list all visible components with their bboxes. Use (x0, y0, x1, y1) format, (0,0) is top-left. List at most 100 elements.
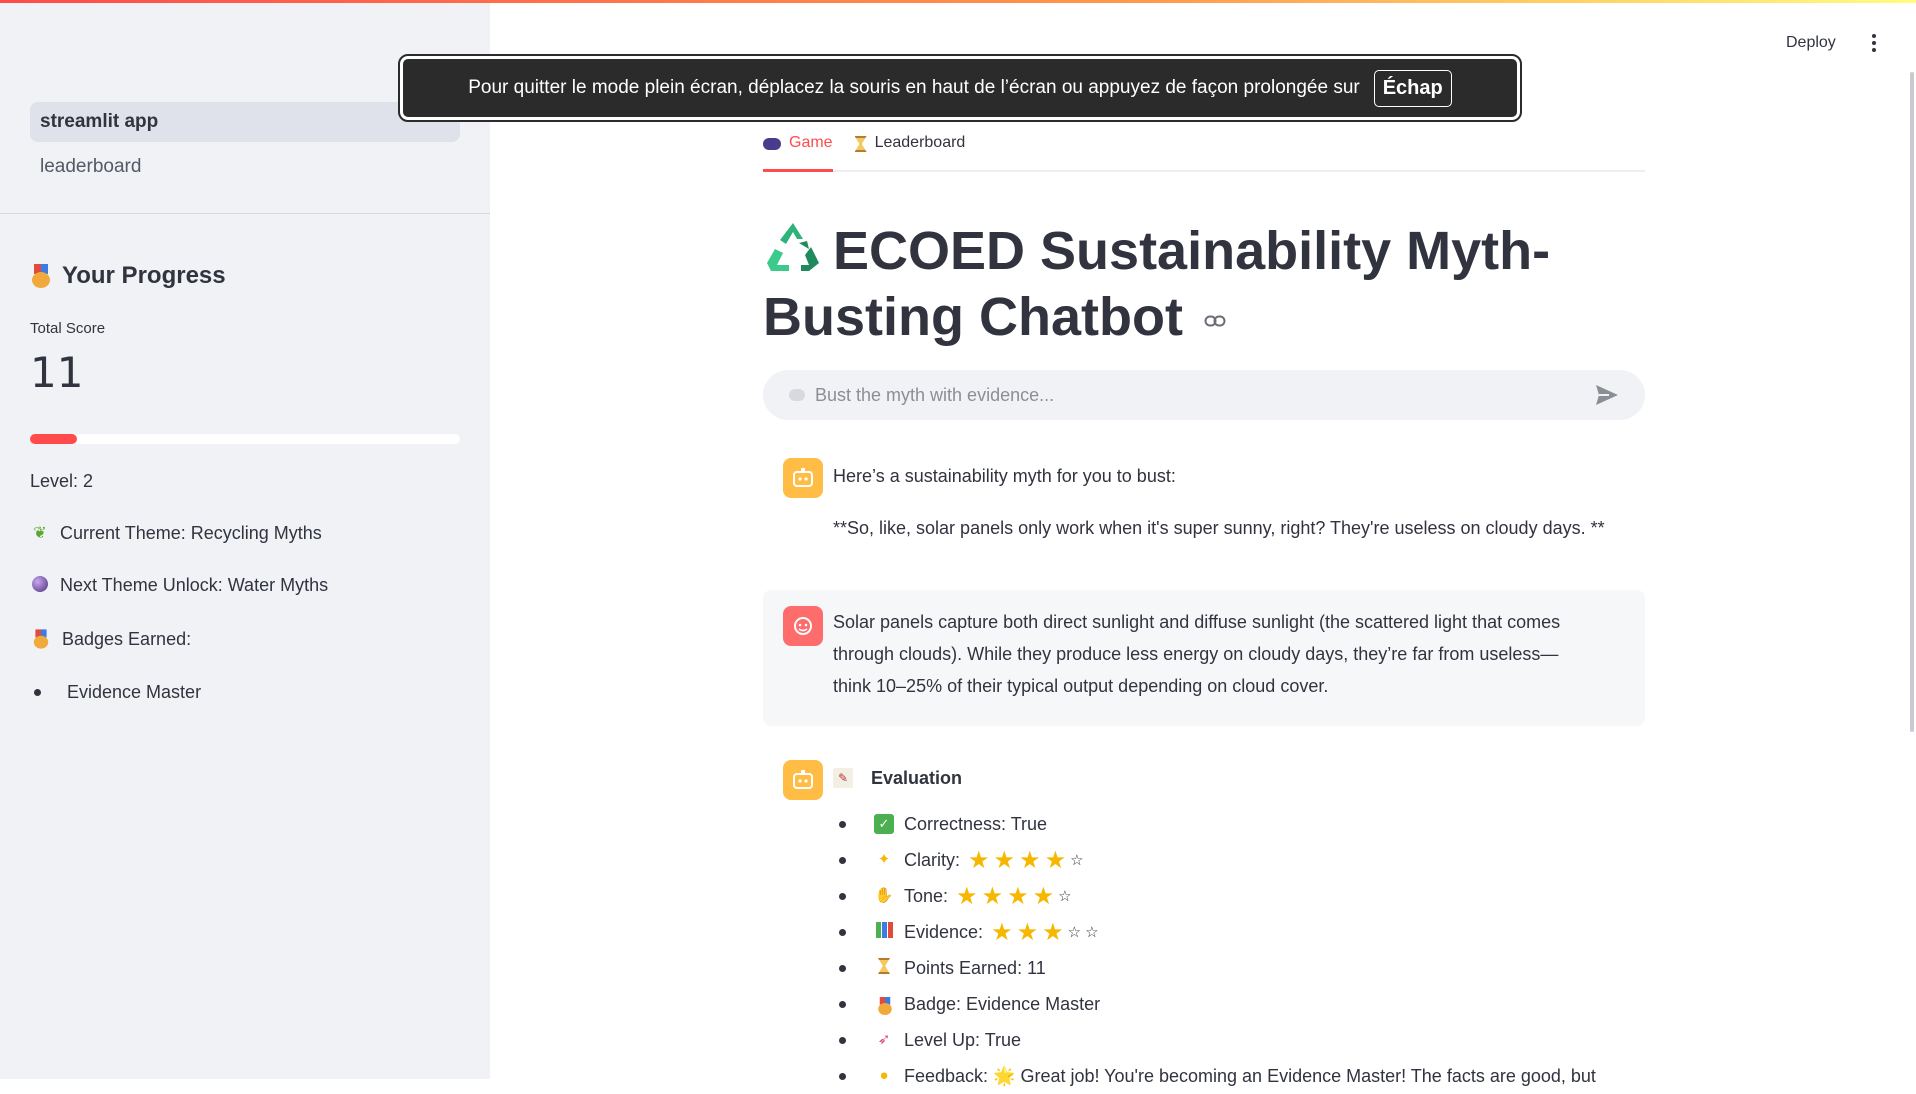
bot-message-evaluation: ✎ Evaluation ✓ Correctness: True ✦ Clari… (763, 760, 1645, 1090)
badge-name: Evidence Master (67, 682, 202, 702)
user-message-line3: think 10–25% of their typical output dep… (833, 676, 1329, 696)
next-theme-text: Next Theme Unlock: Water Myths (60, 575, 329, 595)
eval-tone: ✋ Tone: ★ ★ ★ ★ ☆ (833, 878, 1596, 914)
send-icon[interactable] (1595, 384, 1619, 406)
progress-bar (30, 434, 460, 444)
tab-game-label: Game (789, 134, 833, 151)
user-avatar-icon (783, 606, 823, 646)
eval-evidence-label: Evidence: (904, 921, 984, 942)
fullscreen-notice-text: Pour quitter le mode plein écran, déplac… (468, 77, 1360, 98)
chat-input-container (763, 370, 1645, 420)
eval-points: Points Earned: 11 (833, 950, 1596, 986)
bullet-icon (839, 928, 846, 936)
eval-clarity-label: Clarity: (904, 849, 961, 870)
star-filled-icon: ★ (956, 882, 978, 910)
fullscreen-notice: Pour quitter le mode plein écran, déplac… (398, 54, 1522, 122)
eval-correctness: ✓ Correctness: True (833, 806, 1596, 842)
eval-badge-text: Badge: Evidence Master (904, 993, 1101, 1014)
handshake-icon: ✋ (874, 887, 894, 904)
badges-label: Badges Earned: (62, 628, 192, 649)
bot-myth-text: **So, like, solar panels only work when … (833, 518, 1605, 538)
eval-level-up: ➶ Level Up: True (833, 1022, 1596, 1058)
badge-list-item: Evidence Master (34, 682, 201, 703)
bot-avatar-icon (783, 458, 823, 498)
star-filled-icon: ★ (1044, 846, 1067, 874)
level-text-label: Level: 2 (30, 471, 94, 491)
bullet-icon (839, 1072, 846, 1080)
current-theme-line: ❦ Current Theme: Recycling Myths (30, 523, 322, 544)
rocket-icon: ➶ (877, 1031, 891, 1048)
eval-feedback-text: Feedback: 🌟 Great job! You're becoming a… (904, 1065, 1596, 1086)
chat-input[interactable] (815, 384, 1575, 406)
current-theme-text: Current Theme: Recycling Myths (60, 523, 322, 543)
tab-bar: Game Leaderboard (763, 130, 1645, 172)
next-theme-line: Next Theme Unlock: Water Myths (30, 575, 328, 596)
sidebar-item-leaderboard[interactable]: leaderboard (30, 147, 460, 187)
link-icon[interactable] (1204, 314, 1226, 328)
sidebar-divider (0, 213, 490, 214)
star-empty-icon: ☆ (1067, 924, 1082, 941)
eval-level-up-text: Level Up: True (904, 1029, 1022, 1050)
star-filled-icon: ★ (1019, 846, 1041, 874)
eval-clarity: ✦ Clarity: ★ ★ ★ ★ ☆ (833, 842, 1596, 878)
more-menu-icon[interactable] (1868, 34, 1880, 54)
memo-icon: ✎ (833, 768, 853, 788)
star-filled-icon: ★ (1016, 918, 1039, 946)
level-text: Level: 2 (30, 471, 93, 492)
tab-leaderboard-label: Leaderboard (874, 134, 966, 151)
books-icon (874, 922, 894, 942)
star-empty-icon: ☆ (1070, 852, 1084, 869)
crystal-ball-icon (30, 575, 50, 596)
star-filled-icon: ★ (1042, 918, 1064, 946)
page-title: ECOED Sustainability Myth- Busting Chatb… (763, 218, 1643, 350)
bullet-icon (839, 1000, 846, 1008)
sidebar-item-streamlit-app[interactable]: streamlit app (30, 102, 460, 142)
sidebar-nav: streamlit app leaderboard (30, 102, 460, 192)
star-filled-icon: ★ (968, 846, 990, 874)
eval-feedback: ● Feedback: 🌟 Great job! You're becoming… (833, 1058, 1596, 1094)
evaluation-list: ✓ Correctness: True ✦ Clarity: ★ ★ ★ ★ ☆ ✋ T… (833, 806, 1596, 1094)
tone-stars: ★ ★ ★ ★ ☆ (956, 882, 1072, 911)
medal-icon (30, 264, 52, 288)
bot-avatar-icon (783, 760, 823, 800)
bullet-icon (839, 820, 846, 828)
evaluation-heading: ✎ Evaluation (833, 762, 962, 794)
bullet-icon (839, 856, 846, 864)
medal-icon (32, 629, 50, 649)
star-filled-icon: ★ (991, 918, 1013, 946)
hourglass-icon (854, 136, 867, 152)
page-title-line2: Busting Chatbot (763, 287, 1183, 347)
user-message-line1: Solar panels capture both direct sunligh… (833, 612, 1561, 632)
badges-line: Badges Earned: (30, 627, 191, 651)
scrollbar[interactable] (1910, 72, 1914, 732)
escape-key-badge: Échap (1373, 69, 1452, 107)
lightbulb-icon: ● (879, 1067, 889, 1084)
star-empty-icon: ☆ (1085, 924, 1099, 941)
star-empty-icon: ☆ (1058, 888, 1072, 905)
medal-icon (874, 994, 894, 1015)
star-filled-icon: ★ (1007, 882, 1029, 910)
star-filled-icon: ★ (993, 846, 1016, 874)
sidebar: streamlit app leaderboard Your Progress … (0, 0, 490, 1079)
progress-bar-fill (30, 434, 78, 444)
eval-tone-label: Tone: (904, 885, 949, 906)
progress-heading: Your Progress (30, 262, 226, 290)
bullet-icon (839, 964, 846, 972)
eval-correctness-text: Correctness: True (904, 813, 1048, 834)
tab-game[interactable]: Game (763, 130, 833, 172)
progress-title-text: Your Progress (62, 262, 226, 289)
user-message-line2: through clouds). While they produce less… (833, 644, 1559, 664)
evidence-stars: ★ ★ ★ ☆ ☆ (991, 918, 1098, 947)
star-filled-icon: ★ (981, 882, 1004, 910)
speech-bubble-icon (789, 389, 805, 401)
total-score-label: Total Score (30, 320, 106, 337)
tab-leaderboard[interactable]: Leaderboard (854, 130, 966, 172)
user-message: Solar panels capture both direct sunligh… (763, 590, 1645, 726)
seedling-icon: ❦ (33, 524, 47, 542)
bot-intro-text: Here’s a sustainability myth for you to … (833, 466, 1176, 486)
hourglass-icon (874, 958, 894, 978)
top-decoration-bar (0, 0, 1916, 3)
recycle-icon (767, 223, 819, 271)
eval-points-text: Points Earned: 11 (904, 957, 1046, 978)
deploy-button[interactable]: Deploy (1786, 34, 1836, 52)
